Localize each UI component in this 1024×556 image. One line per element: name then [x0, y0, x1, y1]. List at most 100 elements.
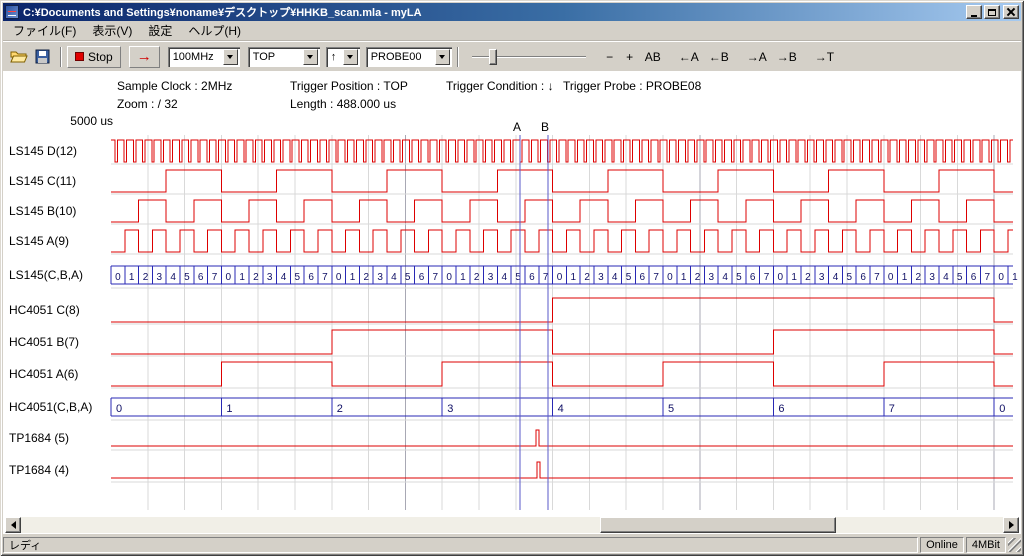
cursor-label: B: [541, 120, 549, 134]
zoom-slider[interactable]: [470, 46, 588, 68]
horizontal-scrollbar[interactable]: [5, 517, 1019, 533]
channel-label: LS145(C,B,A): [9, 268, 83, 282]
cursor-ab-button[interactable]: AB: [640, 46, 666, 68]
channel-ls145-b-10: LS145 B(10): [9, 200, 1013, 222]
bus-value: 0: [998, 272, 1004, 283]
resize-grip-icon[interactable]: [1008, 538, 1021, 552]
channel-label: LS145 B(10): [9, 204, 76, 218]
title-bar[interactable]: C:¥Documents and Settings¥noname¥デスクトップ¥…: [3, 3, 1021, 21]
channel-label: LS145 D(12): [9, 144, 77, 158]
bus-value: 6: [860, 272, 866, 283]
goto-cursor-b-left-button[interactable]: ←B: [704, 46, 734, 68]
bus-value: 2: [364, 272, 370, 283]
app-icon[interactable]: [5, 5, 19, 19]
minimize-icon: [971, 15, 977, 17]
waveform-trace: [111, 330, 1013, 354]
bus-value: 0: [999, 403, 1005, 415]
waveform-client-area: Sample Clock : 2MHz Trigger Position : T…: [3, 71, 1021, 534]
channel-label: HC4051 A(6): [9, 367, 78, 381]
cursor-b[interactable]: B: [541, 120, 549, 510]
waveform-trace: [111, 230, 1013, 252]
bus-value: 5: [847, 272, 853, 283]
bus-value: 6: [640, 272, 646, 283]
scroll-left-button[interactable]: [5, 517, 21, 533]
bus-value: 1: [1012, 272, 1018, 283]
waveform-display[interactable]: LS145 D(12)LS145 C(11)LS145 B(10)LS145 A…: [3, 71, 1021, 517]
probe-value: PROBE00: [371, 51, 435, 63]
chevron-down-icon[interactable]: [435, 49, 450, 65]
bus-value: 4: [502, 272, 508, 283]
goto-cursor-a-left-button[interactable]: ←A: [674, 46, 704, 68]
chevron-down-icon[interactable]: [343, 49, 358, 65]
bus-value: 3: [488, 272, 494, 283]
maximize-button[interactable]: [984, 5, 1000, 19]
open-file-button[interactable]: [7, 46, 31, 68]
goto-trigger-button[interactable]: →T: [810, 46, 839, 68]
bus-value: 6: [198, 272, 204, 283]
bus-value: 0: [115, 272, 121, 283]
channel-ls145-d-12: LS145 D(12): [9, 140, 1013, 162]
cursor-label: A: [513, 120, 521, 134]
menu-settings[interactable]: 設定: [140, 20, 180, 41]
bus-value: 1: [460, 272, 466, 283]
menu-view[interactable]: 表示(V): [84, 20, 140, 41]
minimize-button[interactable]: [966, 5, 982, 19]
channel-tp1684-4: TP1684 (4): [9, 462, 1013, 478]
probe-select[interactable]: PROBE00: [366, 47, 452, 67]
close-button[interactable]: [1003, 5, 1019, 19]
chevron-down-icon[interactable]: [303, 49, 318, 65]
bus-value: 4: [943, 272, 949, 283]
bus-value: 6: [971, 272, 977, 283]
waveform-trace: [111, 298, 1013, 322]
trigger-edge-select[interactable]: ↑: [326, 47, 360, 67]
bus-value: 4: [833, 272, 839, 283]
maximize-icon: [988, 9, 996, 16]
stop-button[interactable]: Stop: [67, 46, 121, 68]
menu-file[interactable]: ファイル(F): [5, 20, 84, 41]
run-button[interactable]: →: [129, 46, 160, 68]
bus-value: 3: [598, 272, 604, 283]
slider-thumb[interactable]: [489, 49, 497, 65]
app-window: C:¥Documents and Settings¥noname¥デスクトップ¥…: [0, 0, 1024, 556]
bus-value: 1: [226, 403, 232, 415]
zoom-out-button[interactable]: −: [600, 46, 620, 68]
bus-value: 7: [653, 272, 659, 283]
bus-value: 1: [902, 272, 908, 283]
trigger-position-value: TOP: [253, 51, 303, 63]
bus-value: 7: [985, 272, 991, 283]
bus-value: 3: [377, 272, 383, 283]
save-button[interactable]: [31, 46, 55, 68]
zoom-in-button[interactable]: +: [620, 46, 640, 68]
status-memory-badge: 4MBit: [966, 537, 1006, 553]
bus-value: 7: [433, 272, 439, 283]
bus-value: 0: [226, 272, 232, 283]
bus-value: 4: [391, 272, 397, 283]
bus-value: 5: [626, 272, 632, 283]
bus-value: 4: [558, 403, 564, 415]
bus-value: 4: [722, 272, 728, 283]
status-ready: レディ: [3, 537, 918, 553]
menu-help[interactable]: ヘルプ(H): [180, 20, 249, 41]
channel-label: LS145 A(9): [9, 234, 69, 248]
stop-label: Stop: [88, 50, 113, 64]
stop-icon: [75, 52, 84, 61]
bus-value: 5: [736, 272, 742, 283]
bus-value: 4: [281, 272, 287, 283]
scrollbar-track[interactable]: [21, 517, 1003, 533]
channel-tp1684-5: TP1684 (5): [9, 430, 1013, 446]
bus-value: 6: [778, 403, 784, 415]
waveform-trace: [111, 462, 1013, 478]
scrollbar-thumb[interactable]: [600, 517, 836, 533]
scroll-right-button[interactable]: [1003, 517, 1019, 533]
chevron-down-icon[interactable]: [223, 49, 238, 65]
channel-hc4051-c-b-a: HC4051(C,B,A)012345670: [9, 398, 1013, 416]
goto-cursor-b-right-button[interactable]: →B: [772, 46, 802, 68]
waveform-trace: [111, 170, 1013, 192]
waveform-trace: [111, 140, 1013, 162]
bus-value: 5: [957, 272, 963, 283]
goto-cursor-a-right-button[interactable]: →A: [742, 46, 772, 68]
time-per-div-label: 5000 us: [70, 114, 113, 128]
sample-rate-select[interactable]: 100MHz: [168, 47, 240, 67]
cursor-a[interactable]: A: [513, 120, 521, 510]
trigger-position-select[interactable]: TOP: [248, 47, 320, 67]
